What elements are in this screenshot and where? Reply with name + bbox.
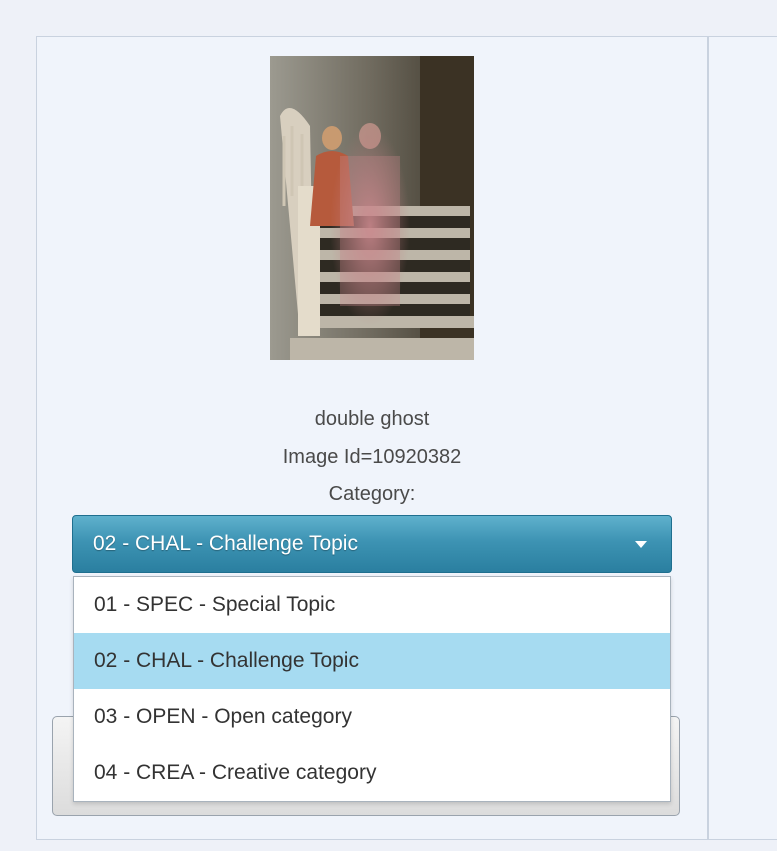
image-id: Image Id=10920382 [282,446,462,468]
category-dropdown-list[interactable]: 01 - SPEC - Special Topic 02 - CHAL - Ch… [73,576,671,802]
category-select-value: 02 - CHAL - Challenge Topic [93,532,358,555]
image-thumbnail[interactable] [270,56,474,360]
category-label: Category: [328,483,416,505]
category-option-spec[interactable]: 01 - SPEC - Special Topic [74,577,670,633]
caret-down-icon [635,541,647,548]
category-option-open[interactable]: 03 - OPEN - Open category [74,689,670,745]
category-option-crea[interactable]: 04 - CREA - Creative category [74,745,670,801]
category-select[interactable]: 02 - CHAL - Challenge Topic [72,515,672,573]
category-option-chal[interactable]: 02 - CHAL - Challenge Topic [74,633,670,689]
ghost-staircase-photo [270,56,474,360]
image-title: double ghost [314,408,430,430]
adjacent-panel [708,36,777,840]
